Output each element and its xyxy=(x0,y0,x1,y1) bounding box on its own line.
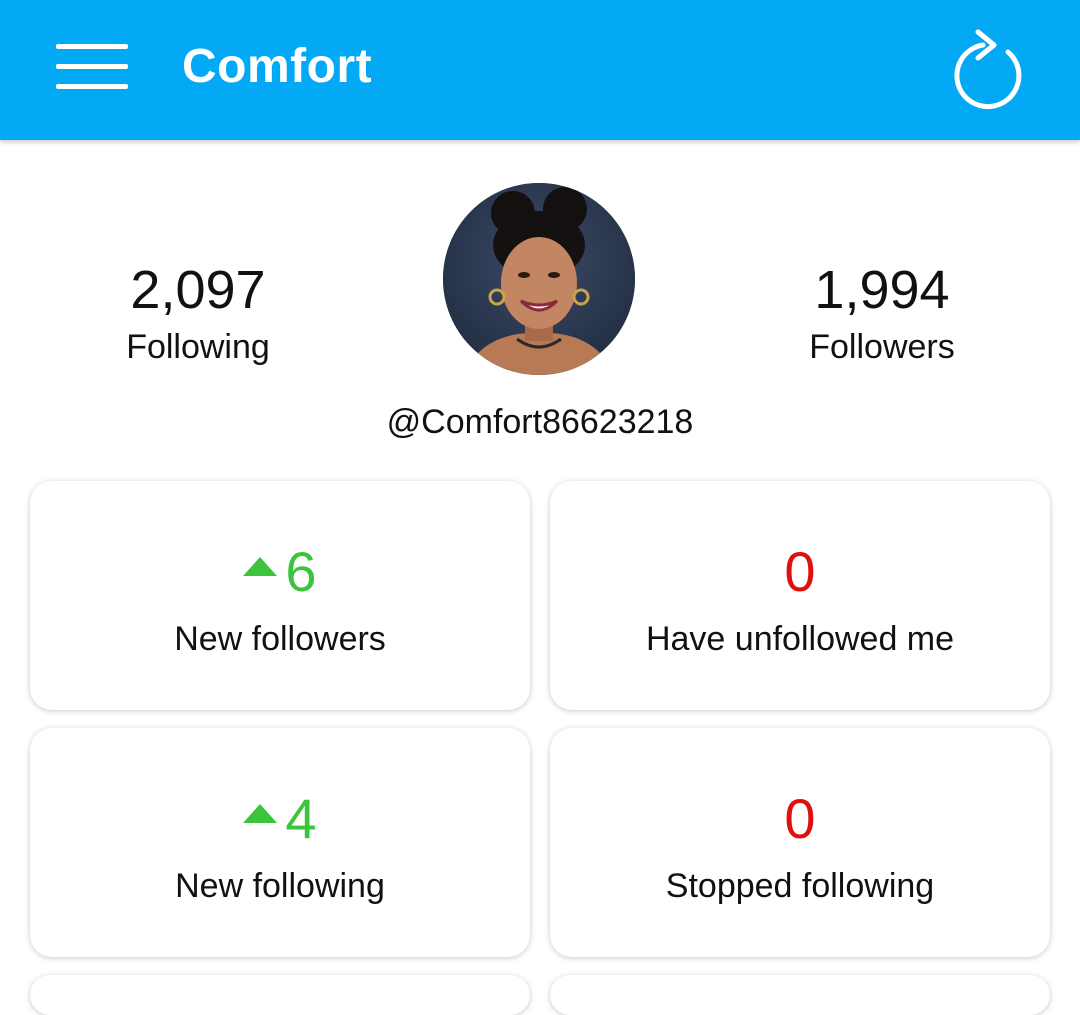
card-value: 0 xyxy=(784,787,816,850)
card-label: Stopped following xyxy=(665,867,935,905)
following-stat[interactable]: 2,097 Following xyxy=(48,258,348,368)
new-following-card[interactable]: 4 New following xyxy=(30,728,530,957)
card-label: New followers xyxy=(174,620,386,658)
avatar xyxy=(443,183,635,375)
up-triangle-icon xyxy=(243,556,278,576)
card-value: 4 xyxy=(30,786,530,852)
following-label: Following xyxy=(126,328,270,366)
followers-stat[interactable]: 1,994 Followers xyxy=(732,258,1032,368)
card-value: 0 xyxy=(784,540,816,603)
next-card-left[interactable] xyxy=(30,975,530,1015)
followers-label: Followers xyxy=(809,328,955,366)
app-bar: Comfort xyxy=(0,0,1080,140)
hamburger-menu-icon xyxy=(56,44,128,49)
card-label: Have unfollowed me xyxy=(645,620,955,658)
following-count: 2,097 xyxy=(130,260,266,320)
new-followers-card[interactable]: 6 New followers xyxy=(30,481,530,710)
next-card-right[interactable] xyxy=(550,975,1050,1015)
refresh-icon xyxy=(954,29,1022,110)
stopped-following-card[interactable]: 0 Stopped following xyxy=(550,728,1050,957)
followers-count: 1,994 xyxy=(814,260,950,320)
card-label: New following xyxy=(175,867,385,905)
refresh-button[interactable] xyxy=(942,18,1032,112)
profile-handle: @Comfort86623218 xyxy=(386,403,694,441)
unfollowed-me-card[interactable]: 0 Have unfollowed me xyxy=(550,481,1050,710)
app-title: Comfort xyxy=(182,40,373,93)
up-triangle-icon xyxy=(243,803,278,823)
menu-button[interactable] xyxy=(40,30,144,102)
card-value: 6 xyxy=(30,539,530,605)
